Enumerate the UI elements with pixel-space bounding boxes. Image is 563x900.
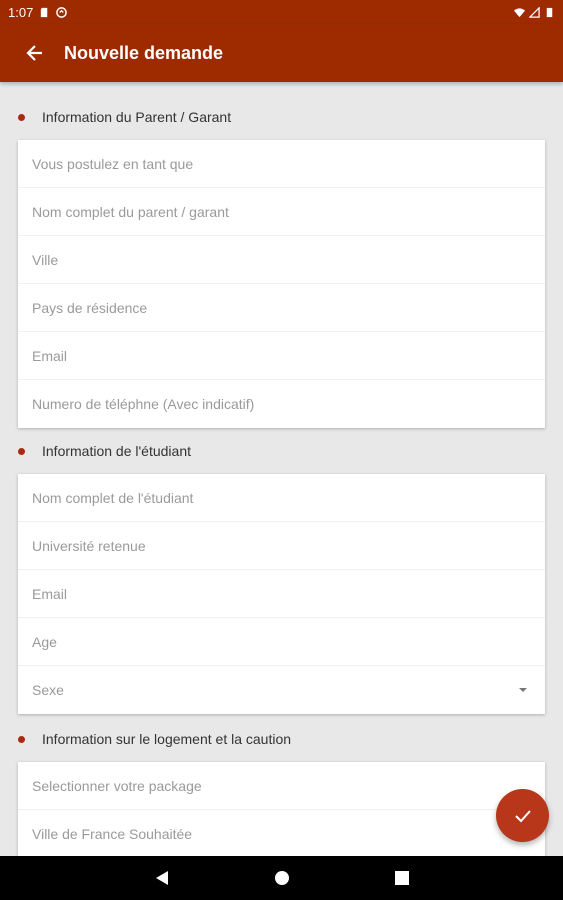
home-circle-icon [274,871,289,885]
bullet-dot [18,113,25,121]
applicant-role-field[interactable]: Vous postulez en tant que [18,140,545,188]
sd-card-icon [41,7,48,17]
housing-info-card: Selectionner votre package Ville de Fran… [18,762,545,856]
section-title: Information du Parent / Garant [42,109,232,125]
nav-home-button[interactable] [222,856,342,900]
status-time: 1:07 [8,4,34,20]
recents-square-icon [394,871,409,885]
parent-name-field[interactable]: Nom complet du parent / garant [18,188,545,236]
arrow-left-icon [26,45,42,61]
nav-back-button[interactable] [102,856,222,900]
system-nav-bar [0,856,563,900]
submit-fab-button[interactable] [496,789,549,842]
back-button[interactable] [6,24,64,82]
university-field[interactable]: Université retenue [18,522,545,570]
student-email-field[interactable]: Email [18,570,545,618]
section-header-housing: Information sur le logement et la cautio… [18,731,291,747]
phone-field[interactable]: Numero de téléphne (Avec indicatif) [18,380,545,428]
parent-email-field[interactable]: Email [18,332,545,380]
sex-dropdown[interactable]: Sexe [18,666,545,714]
section-title: Information de l'étudiant [42,443,191,459]
student-info-card: Nom complet de l'étudiant Université ret… [18,474,545,714]
bullet-dot [18,735,25,743]
form-content[interactable]: Information du Parent / Garant Vous post… [0,82,563,856]
check-icon [514,809,531,822]
status-bar: 1:07 [0,0,563,24]
package-field[interactable]: Selectionner votre package [18,762,545,810]
wifi-icon [514,7,525,17]
nav-recents-button[interactable] [342,856,462,900]
app-bar: Nouvelle demande [0,24,563,82]
parent-info-card: Vous postulez en tant que Nom complet du… [18,140,545,428]
section-title: Information sur le logement et la cautio… [42,731,292,747]
student-name-field[interactable]: Nom complet de l'étudiant [18,474,545,522]
back-triangle-icon [155,871,168,885]
signal-icon [529,6,540,18]
section-header-student: Information de l'étudiant [18,443,191,459]
france-city-field[interactable]: Ville de France Souhaitée [18,810,545,856]
age-field[interactable]: Age [18,618,545,666]
country-field[interactable]: Pays de résidence [18,284,545,332]
battery-icon [546,7,553,17]
city-field[interactable]: Ville [18,236,545,284]
chevron-down-icon [519,688,527,692]
page-title: Nouvelle demande [64,42,224,63]
section-header-parent: Information du Parent / Garant [18,109,231,125]
bullet-dot [18,447,25,455]
sync-icon [56,6,68,18]
